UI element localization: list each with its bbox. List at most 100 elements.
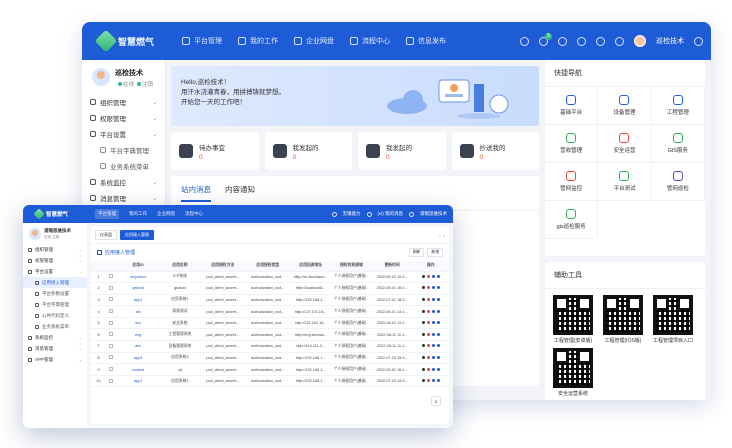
quick-nav-item[interactable]: 管网巡检	[651, 163, 705, 201]
sidebar-item[interactable]: 业务系统菜单	[82, 158, 165, 174]
link-icon[interactable]	[436, 309, 440, 313]
view-icon[interactable]	[431, 286, 435, 290]
table-cell[interactable]: app1	[116, 375, 160, 388]
sidebar-item[interactable]: 组织管理 ⌄	[82, 94, 165, 110]
table-cell[interactable]: gisfuwl	[116, 282, 160, 295]
table-cell[interactable]: app1	[116, 294, 160, 307]
app-logo[interactable]: 智慧燃气	[94, 29, 178, 53]
front-nav-item[interactable]: 企业网盘	[157, 209, 175, 219]
quick-nav-item[interactable]: 营收管理	[545, 125, 599, 163]
quick-nav-item[interactable]: GIS服务	[651, 125, 705, 163]
front-sidebar-item[interactable]: 平台字典管理	[23, 299, 87, 310]
translate-icon[interactable]	[596, 36, 605, 46]
front-right-label[interactable]: (vi) 我的消息	[378, 211, 404, 217]
row-checkbox[interactable]	[106, 328, 117, 342]
avatar[interactable]	[634, 35, 646, 47]
view-icon[interactable]	[431, 355, 435, 359]
qr-item[interactable]: 工程管理项目入口	[651, 295, 695, 344]
sidebar-item[interactable]: 平台设置 ⌄	[82, 126, 165, 142]
front-logo[interactable]: 智慧燃气	[33, 208, 95, 220]
front-logout-link[interactable]: 注销	[52, 235, 59, 239]
front-right-label[interactable]: 浦锡思维技术	[420, 211, 447, 217]
view-icon[interactable]	[431, 344, 435, 348]
stat-card[interactable]: 我发起的 0	[358, 132, 446, 170]
bell-icon[interactable]	[558, 36, 567, 46]
link-icon[interactable]	[436, 297, 440, 301]
checkbox-icon[interactable]	[109, 332, 114, 337]
front-sidebar-item[interactable]: 平台设置 ⌄	[23, 266, 87, 277]
sidebar-item[interactable]: 权限管理 ⌄	[82, 110, 165, 126]
tab-message[interactable]: 内容通知	[225, 184, 255, 202]
search-icon[interactable]	[520, 36, 529, 46]
checkbox-icon[interactable]	[109, 297, 114, 302]
link-icon[interactable]	[436, 344, 440, 348]
logout-link[interactable]: 注销	[142, 82, 153, 88]
front-sidebar-item[interactable]: 业务系统菜单	[23, 321, 87, 332]
checkbox-icon[interactable]	[109, 309, 114, 314]
row-checkbox[interactable]	[106, 271, 117, 284]
front-sidebar-item[interactable]: 权限管理 ⌄	[23, 255, 87, 266]
delete-icon[interactable]	[426, 344, 430, 348]
delete-icon[interactable]	[426, 309, 430, 313]
table-row[interactable]: 3 app1 应用系统1 pcd_client_secret... authorizat…	[91, 294, 449, 307]
checkbox-icon[interactable]	[109, 285, 114, 290]
table-row[interactable]: 5 ssc 安全系统 pcd_client_secret... authorizatio…	[91, 317, 449, 330]
edit-icon[interactable]	[421, 379, 425, 383]
checkbox-icon[interactable]	[109, 320, 114, 325]
table-row[interactable]: 9 localist cjt pcd_client_secret... authoriz…	[91, 363, 449, 376]
delete-icon[interactable]	[426, 332, 430, 336]
table-row[interactable]: 1 wxyzdzcf ICP系统 pcd_client_secret... author…	[91, 271, 449, 284]
tab-message[interactable]: 站内消息	[181, 184, 211, 202]
edit-icon[interactable]	[421, 344, 425, 348]
sidebar-item[interactable]: 消息管理 ⌄	[82, 190, 165, 206]
sidebar-item[interactable]: 系统监控 ⌄	[82, 174, 165, 190]
stat-card[interactable]: 我发起的 0	[264, 132, 352, 170]
table-cell[interactable]: ssc	[116, 317, 160, 330]
front-right-label[interactable]: 无锡能力	[343, 211, 361, 217]
edit-icon[interactable]	[421, 332, 425, 336]
refresh-button[interactable]: 刷新	[408, 248, 425, 257]
row-checkbox[interactable]	[106, 317, 117, 330]
row-checkbox[interactable]	[106, 375, 117, 388]
topnav-item[interactable]: 我的工作	[238, 36, 278, 46]
front-sidebar-item[interactable]: 平台参数设置	[23, 288, 87, 299]
front-sidebar-item[interactable]: 公共代码定义	[23, 310, 87, 321]
row-checkbox[interactable]	[106, 294, 117, 307]
front-nav-item[interactable]: 平台管理	[95, 209, 119, 219]
help-icon[interactable]	[577, 36, 586, 46]
edit-icon[interactable]	[421, 367, 425, 371]
table-cell[interactable]: localist	[116, 363, 160, 376]
view-icon[interactable]	[431, 309, 435, 313]
row-checkbox[interactable]	[106, 363, 117, 376]
row-checkbox[interactable]	[106, 340, 117, 353]
front-sidebar-item[interactable]: 系统监控 ⌄	[23, 332, 87, 343]
edit-icon[interactable]	[421, 274, 425, 278]
table-cell[interactable]: afc	[116, 305, 160, 318]
view-icon[interactable]	[431, 379, 435, 383]
delete-icon[interactable]	[426, 286, 430, 290]
front-sidebar-item[interactable]: 应用接入管理	[23, 277, 87, 288]
topnav-item[interactable]: 平台管理	[182, 36, 222, 46]
view-icon[interactable]	[431, 297, 435, 301]
link-icon[interactable]	[436, 379, 440, 383]
tab-item[interactable]: 应用接入管理	[120, 230, 154, 240]
quick-nav-item[interactable]: 平台测试	[598, 163, 652, 201]
quick-nav-item[interactable]: 工程管理	[651, 87, 705, 125]
checkbox-icon[interactable]	[109, 367, 114, 372]
view-icon[interactable]	[431, 321, 435, 325]
quick-nav-item[interactable]: 管网监控	[545, 163, 599, 201]
tab-item[interactable]: 仪表盘	[95, 230, 117, 240]
row-checkbox[interactable]	[106, 352, 117, 365]
quick-nav-item[interactable]: 设备管理	[598, 87, 652, 125]
edit-icon[interactable]	[421, 297, 425, 301]
checkbox-icon[interactable]	[109, 378, 114, 383]
delete-icon[interactable]	[426, 274, 430, 278]
table-cell[interactable]: app3	[116, 352, 160, 365]
link-icon[interactable]	[436, 367, 440, 371]
edit-icon[interactable]	[421, 355, 425, 359]
delete-icon[interactable]	[426, 355, 430, 359]
quick-nav-item[interactable]: 安全运营	[598, 125, 652, 163]
page-number-button[interactable]: 1	[431, 396, 441, 406]
link-icon[interactable]	[436, 274, 440, 278]
front-nav-item[interactable]: 流程中心	[185, 209, 203, 219]
